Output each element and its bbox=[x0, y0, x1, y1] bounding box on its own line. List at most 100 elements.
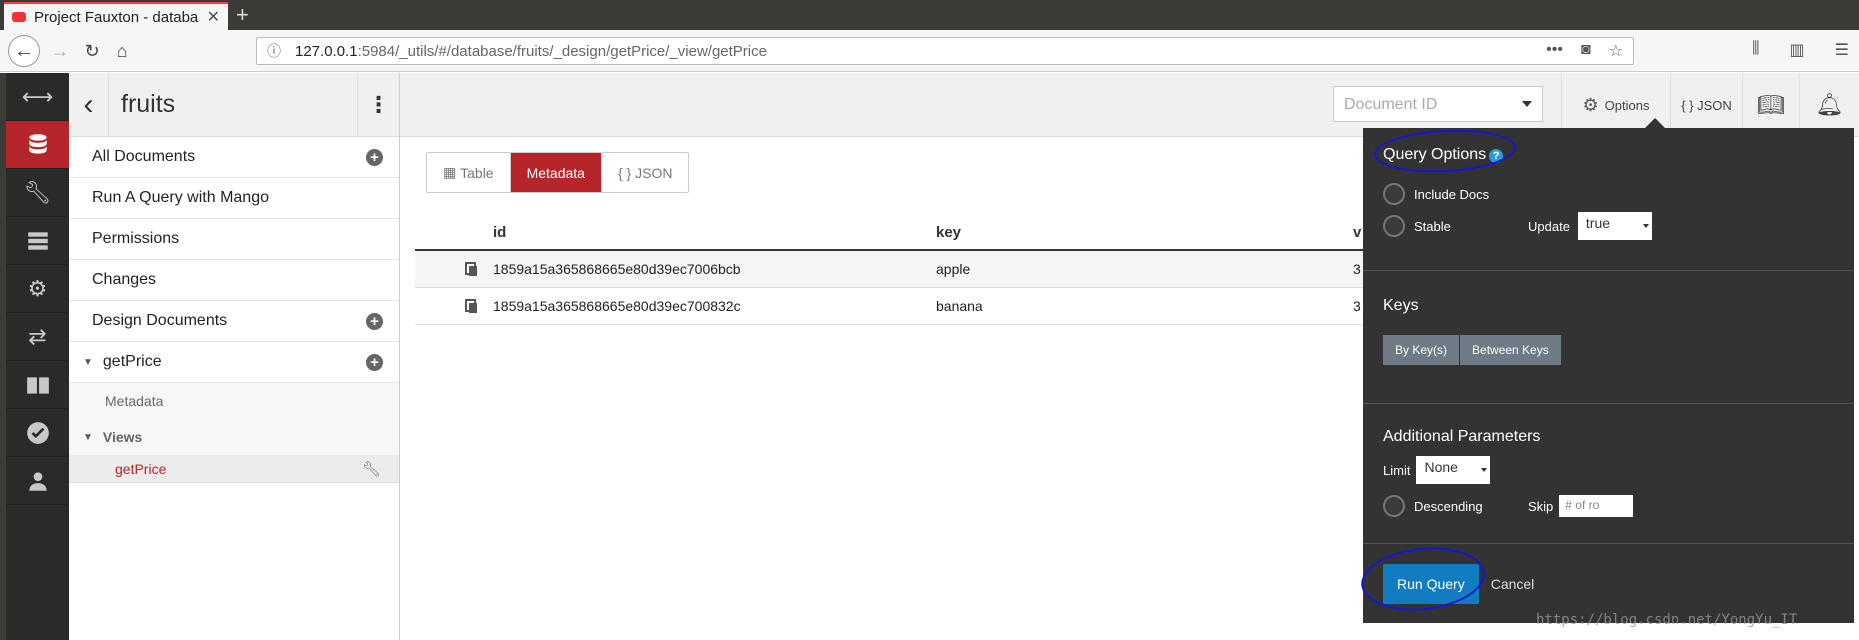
stable-checkbox[interactable] bbox=[1383, 215, 1405, 237]
add-design-doc-icon[interactable]: + bbox=[366, 312, 383, 330]
tab-metadata[interactable]: Metadata bbox=[510, 153, 602, 192]
url-path: :5984/_utils/#/database/fruits/_design/g… bbox=[357, 42, 767, 60]
descending-label: Descending bbox=[1414, 498, 1483, 514]
database-icon[interactable] bbox=[6, 121, 69, 169]
descending-checkbox[interactable] bbox=[1383, 495, 1405, 517]
close-icon[interactable]: ✕ bbox=[207, 7, 220, 27]
between-keys-button[interactable]: Between Keys bbox=[1460, 335, 1562, 365]
sidebar-item-label: Changes bbox=[92, 271, 157, 288]
library-icon[interactable]: ⫼ bbox=[1752, 40, 1759, 60]
add-view-icon[interactable]: + bbox=[366, 353, 383, 371]
forward-icon[interactable]: → bbox=[48, 36, 72, 66]
sidebar-item-permissions[interactable]: Permissions bbox=[69, 219, 399, 260]
design-doc-submenu: Metadata ▼ Views getPrice 🔧︎ bbox=[69, 383, 399, 483]
keys-title: Keys bbox=[1383, 297, 1419, 314]
column-header-id[interactable]: id bbox=[493, 224, 506, 241]
options-label: Options bbox=[1604, 97, 1650, 113]
row-key: banana bbox=[936, 298, 983, 314]
app-nav: ⟷ 🔧︎ ⚙ ⇄ bbox=[0, 73, 69, 640]
table-row[interactable]: 1859a15a365868665e80d39ec7006bcb apple 3 bbox=[415, 251, 1365, 288]
user-icon[interactable] bbox=[6, 457, 69, 505]
replication-icon[interactable]: ⇄ bbox=[6, 313, 69, 361]
view-toggle: ▦ Table Metadata { } JSON bbox=[426, 152, 690, 193]
collapse-triangle-icon[interactable]: ▼ bbox=[83, 357, 93, 368]
reload-icon[interactable]: ↻ bbox=[80, 36, 104, 66]
sidebar-item-changes[interactable]: Changes bbox=[69, 260, 399, 301]
include-docs-label: Include Docs bbox=[1414, 186, 1490, 202]
add-document-icon[interactable]: + bbox=[366, 148, 383, 166]
sidebar-item-all-documents[interactable]: All Documents + bbox=[69, 137, 399, 178]
stable-label: Stable bbox=[1414, 218, 1451, 234]
verify-icon[interactable] bbox=[6, 409, 69, 457]
chevron-down-icon[interactable] bbox=[1522, 101, 1532, 107]
kebab-menu-icon[interactable]: ⋮ bbox=[357, 72, 399, 137]
by-keys-button[interactable]: By Key(s) bbox=[1383, 335, 1461, 365]
browser-tabstrip: Project Fauxton - databa ✕ + bbox=[0, 0, 1859, 30]
back-chevron-icon[interactable]: ‹ bbox=[69, 72, 109, 137]
keys-section: Keys By Key(s) Between Keys bbox=[1363, 271, 1854, 404]
menu-icon[interactable]: ☰ bbox=[1835, 40, 1849, 60]
home-icon[interactable]: ⌂ bbox=[110, 36, 134, 66]
info-icon[interactable]: ⓘ bbox=[267, 41, 281, 61]
row-value: 3 bbox=[1353, 261, 1361, 277]
pocket-icon[interactable]: ◙ bbox=[1581, 41, 1591, 61]
view-name: getPrice bbox=[115, 460, 167, 477]
bookmark-star-icon[interactable]: ☆ bbox=[1609, 41, 1623, 61]
expand-icon[interactable]: ⟷ bbox=[6, 73, 69, 121]
limit-select[interactable]: None bbox=[1416, 456, 1491, 484]
browser-tab[interactable]: Project Fauxton - databa ✕ bbox=[4, 2, 228, 30]
url-bar[interactable]: ⓘ 127.0.0.1 :5984/_utils/#/database/frui… bbox=[256, 37, 1634, 65]
collapse-triangle-icon[interactable]: ▼ bbox=[83, 432, 93, 443]
database-sidebar: ‹ fruits ⋮ All Documents + Run A Query w… bbox=[69, 72, 400, 640]
page-actions-icon[interactable]: ••• bbox=[1546, 41, 1563, 61]
skip-input[interactable]: # of ro bbox=[1559, 495, 1634, 517]
row-value: 3 bbox=[1353, 298, 1361, 314]
sidebar-item-label: All Documents bbox=[92, 148, 196, 165]
sidebar-item-mango-query[interactable]: Run A Query with Mango bbox=[69, 178, 399, 219]
gear-icon[interactable]: ⚙ bbox=[6, 265, 69, 313]
column-header-key[interactable]: key bbox=[936, 224, 961, 241]
database-name: fruits bbox=[121, 90, 176, 118]
results-table: id key v 1859a15a365868665e80d39ec7006bc… bbox=[415, 214, 1365, 325]
copy-icon[interactable] bbox=[465, 299, 477, 313]
sidebar-item-label: Run A Query with Mango bbox=[92, 189, 269, 206]
include-docs-checkbox[interactable] bbox=[1383, 183, 1405, 205]
skip-label: Skip bbox=[1528, 498, 1554, 514]
update-label: Update bbox=[1528, 218, 1570, 234]
limit-label: Limit bbox=[1383, 462, 1411, 478]
sidebar-toggle-icon[interactable]: ▥ bbox=[1790, 40, 1805, 60]
couchdb-favicon-icon bbox=[12, 12, 26, 22]
update-select[interactable]: true bbox=[1577, 212, 1652, 240]
wrench-icon[interactable]: 🔧︎ bbox=[6, 169, 69, 217]
sidebar-header: ‹ fruits ⋮ bbox=[69, 72, 399, 137]
row-id: 1859a15a365868665e80d39ec700832c bbox=[493, 298, 741, 314]
additional-parameters-title: Additional Parameters bbox=[1383, 428, 1541, 445]
sidebar-item-view[interactable]: getPrice 🔧︎ bbox=[69, 455, 399, 483]
server-icon[interactable] bbox=[6, 217, 69, 265]
table-row[interactable]: 1859a15a365868665e80d39ec700832c banana … bbox=[415, 288, 1365, 325]
url-host: 127.0.0.1 bbox=[295, 42, 358, 60]
back-icon[interactable]: ← bbox=[8, 35, 40, 67]
sidebar-item-views[interactable]: ▼ Views bbox=[69, 419, 399, 455]
cancel-button[interactable]: Cancel bbox=[1491, 576, 1535, 592]
sidebar-item-design-doc[interactable]: ▼ getPrice + bbox=[69, 342, 399, 383]
docs-icon[interactable] bbox=[6, 361, 69, 409]
tab-json[interactable]: { } JSON bbox=[602, 153, 688, 192]
sidebar-item-label: Permissions bbox=[92, 230, 180, 247]
include-docs-row: Include Docs bbox=[1383, 178, 1834, 210]
column-header-value[interactable]: v bbox=[1353, 224, 1361, 241]
gears-icon: ⚙ bbox=[1582, 94, 1599, 115]
stable-row: Stable Update true bbox=[1383, 210, 1834, 242]
tab-table[interactable]: ▦ Table bbox=[427, 153, 511, 192]
wrench-icon[interactable]: 🔧︎ bbox=[362, 460, 381, 478]
new-tab-icon[interactable]: + bbox=[236, 2, 249, 28]
sidebar-item-design-documents[interactable]: Design Documents + bbox=[69, 301, 399, 342]
document-id-input[interactable]: Document ID bbox=[1333, 86, 1543, 122]
row-key: apple bbox=[936, 261, 971, 277]
sidebar-item-metadata[interactable]: Metadata bbox=[69, 383, 399, 419]
table-header: id key v bbox=[415, 214, 1365, 251]
table-icon: ▦ bbox=[443, 164, 461, 180]
tab-table-label: Table bbox=[460, 164, 494, 181]
copy-icon[interactable] bbox=[465, 262, 477, 276]
sidebar-item-label: Design Documents bbox=[92, 312, 228, 329]
